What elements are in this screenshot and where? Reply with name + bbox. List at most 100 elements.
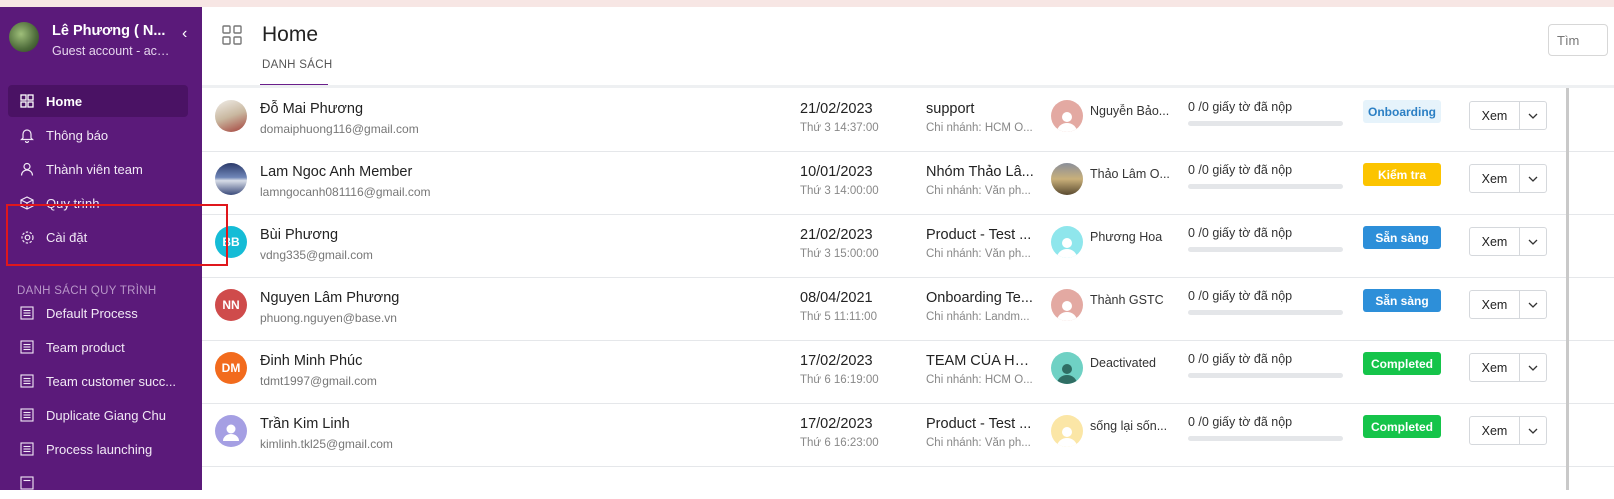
branch: Chi nhánh: Landm... <box>926 311 1030 323</box>
process-item-duplicate-giang-chu[interactable]: Duplicate Giang Chu <box>8 399 188 431</box>
start-date: 08/04/2021 <box>800 290 873 306</box>
chevron-down-icon[interactable] <box>1519 416 1547 445</box>
process-item-label: Team product <box>46 339 125 355</box>
tab-list[interactable]: DANH SÁCH <box>262 59 332 71</box>
table-row[interactable]: Trần Kim Linh kimlinh.tkl25@gmail.com 17… <box>202 403 1614 467</box>
documents-progress <box>1188 121 1343 126</box>
employee-name[interactable]: Đỗ Mai Phương <box>260 101 363 117</box>
status-badge: Onboarding <box>1363 100 1441 123</box>
process-name: Product - Test ... <box>926 227 1032 243</box>
employee-name[interactable]: Trần Kim Linh <box>260 416 350 432</box>
view-button[interactable]: Xem <box>1469 164 1520 193</box>
owner-avatar-icon <box>1051 415 1083 447</box>
view-button[interactable]: Xem <box>1469 416 1520 445</box>
owner-name: sống lại sốn... <box>1090 419 1168 433</box>
employee-email: lamngocanh081116@gmail.com <box>260 185 431 199</box>
employee-email: kimlinh.tkl25@gmail.com <box>260 437 393 451</box>
nav-item-label: Home <box>46 93 83 109</box>
chevron-down-icon[interactable] <box>1519 290 1547 319</box>
avatar <box>215 163 247 195</box>
process-item-team-product[interactable]: Team product <box>8 331 188 363</box>
view-button[interactable]: Xem <box>1469 227 1520 256</box>
owner-name: Nguyễn Bảo... <box>1090 104 1170 118</box>
table-row[interactable]: Lam Ngoc Anh Member lamngocanh081116@gma… <box>202 151 1614 215</box>
list-icon <box>8 340 46 354</box>
documents-progress <box>1188 373 1343 378</box>
grid-icon <box>8 94 46 108</box>
chevron-down-icon[interactable] <box>1519 353 1547 382</box>
branch: Chi nhánh: Văn ph... <box>926 185 1031 197</box>
process-item-label: Default Process <box>46 305 138 321</box>
nav-item-notifications[interactable]: Thông báo <box>8 119 188 151</box>
table-row[interactable]: Đỗ Mai Phương domaiphuong116@gmail.com 2… <box>202 88 1614 152</box>
process-name: Product - Test ... <box>926 416 1032 432</box>
list-icon <box>8 408 46 422</box>
avatar <box>215 100 247 132</box>
user-avatar[interactable] <box>9 22 39 52</box>
user-name[interactable]: Lê Phương ( N... <box>52 23 167 39</box>
documents-count: 0 /0 giấy tờ đã nộp <box>1188 226 1293 240</box>
chevron-down-icon[interactable] <box>1519 164 1547 193</box>
list-icon <box>8 374 46 388</box>
vertical-scrollbar[interactable] <box>1566 88 1569 490</box>
employee-name[interactable]: Nguyen Lâm Phương <box>260 290 399 306</box>
start-time: Thứ 3 15:00:00 <box>800 248 879 260</box>
start-date: 17/02/2023 <box>800 353 873 369</box>
bell-icon <box>8 128 46 143</box>
chevron-down-icon[interactable] <box>1519 227 1547 256</box>
status-badge: Sẵn sàng <box>1363 226 1441 249</box>
start-date: 21/02/2023 <box>800 227 873 243</box>
collapse-sidebar-icon[interactable]: ‹ <box>182 25 187 43</box>
avatar-icon <box>215 415 247 447</box>
documents-count: 0 /0 giấy tờ đã nộp <box>1188 163 1293 177</box>
search-input[interactable]: Tìm <box>1548 24 1608 56</box>
page-title: Home <box>262 23 319 46</box>
process-name: support <box>926 101 975 117</box>
apps-grid-icon[interactable] <box>222 25 242 50</box>
status-badge: Kiểm tra <box>1363 163 1441 186</box>
start-date: 10/01/2023 <box>800 164 873 180</box>
view-button[interactable]: Xem <box>1469 353 1520 382</box>
view-button[interactable]: Xem <box>1469 101 1520 130</box>
table-row[interactable]: NN Nguyen Lâm Phương phuong.nguyen@base.… <box>202 277 1614 341</box>
start-time: Thứ 6 16:23:00 <box>800 437 879 449</box>
start-time: Thứ 3 14:37:00 <box>800 122 879 134</box>
owner-avatar-icon <box>1051 226 1083 258</box>
process-name: Nhóm Thảo Lâ... <box>926 164 1034 180</box>
employee-email: tdmt1997@gmail.com <box>260 374 377 388</box>
owner-avatar-icon <box>1051 352 1083 384</box>
start-time: Thứ 6 16:19:00 <box>800 374 879 386</box>
employee-name[interactable]: Đinh Minh Phúc <box>260 353 362 369</box>
table-row[interactable]: BB Bùi Phương vdng335@gmail.com 21/02/20… <box>202 214 1614 278</box>
process-item-label: Team customer succ... <box>46 373 177 389</box>
owner-name: Phương Hoa <box>1090 230 1163 244</box>
process-item-label: Duplicate Giang Chu <box>46 407 166 423</box>
user-icon <box>8 162 46 176</box>
process-item-team-customer-success[interactable]: Team customer succ... <box>8 365 188 397</box>
branch: Chi nhánh: HCM O... <box>926 374 1033 386</box>
chevron-down-icon[interactable] <box>1519 101 1547 130</box>
view-button[interactable]: Xem <box>1469 290 1520 319</box>
process-item-default[interactable]: Default Process <box>8 297 188 329</box>
owner-name: Thành GSTC <box>1090 293 1164 307</box>
nav-item-team-members[interactable]: Thành viên team <box>8 153 188 185</box>
top-strip <box>0 0 1614 7</box>
user-role: Guest account - accou... <box>52 44 175 58</box>
documents-count: 0 /0 giấy tờ đã nộp <box>1188 352 1293 366</box>
list-icon <box>8 306 46 320</box>
avatar: DM <box>215 352 247 384</box>
documents-progress <box>1188 310 1343 315</box>
status-badge: Sẵn sàng <box>1363 289 1441 312</box>
employee-name[interactable]: Bùi Phương <box>260 227 338 243</box>
nav-item-label: Thông báo <box>46 127 109 143</box>
documents-progress <box>1188 436 1343 441</box>
nav-item-home[interactable]: Home <box>8 85 188 117</box>
employee-name[interactable]: Lam Ngoc Anh Member <box>260 164 412 180</box>
process-item-more[interactable] <box>8 467 188 499</box>
employee-email: domaiphuong116@gmail.com <box>260 122 419 136</box>
main-content: Home DANH SÁCH Tìm Đỗ Mai Phương domaiph… <box>202 7 1614 490</box>
start-date: 17/02/2023 <box>800 416 873 432</box>
process-item-launching[interactable]: Process launching <box>8 433 188 465</box>
table-row[interactable]: DM Đinh Minh Phúc tdmt1997@gmail.com 17/… <box>202 340 1614 404</box>
branch: Chi nhánh: Văn ph... <box>926 248 1031 260</box>
